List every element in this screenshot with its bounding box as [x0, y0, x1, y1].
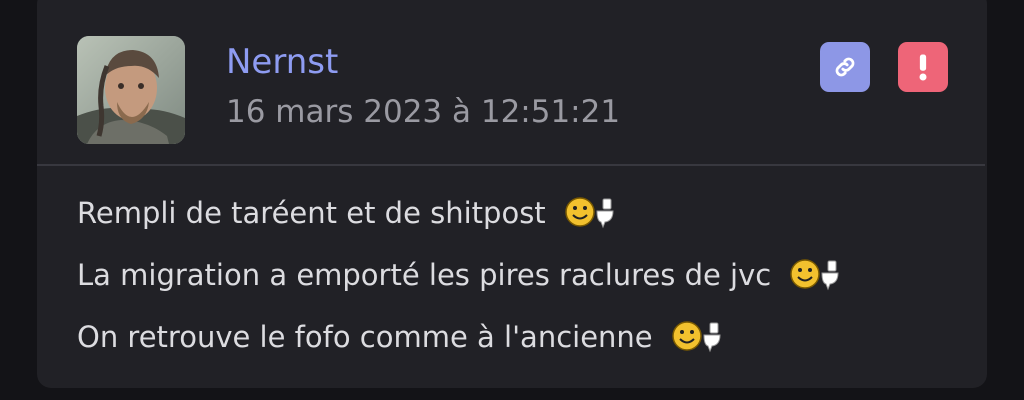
author-name[interactable]: Nernst	[226, 42, 338, 82]
avatar[interactable]	[77, 36, 185, 144]
link-icon	[835, 57, 855, 77]
post-line-text: Rempli de taréent et de shitpost	[77, 196, 546, 230]
post-line-text: On retrouve le fofo comme à l'ancienne	[77, 320, 653, 354]
post-line-text: La migration a emporté les pires raclure…	[77, 258, 772, 292]
post-body: Rempli de taréent et de shitpost La migr…	[77, 185, 957, 371]
post-timestamp: 16 mars 2023 à 12:51:21	[226, 94, 621, 130]
exclamation-icon	[919, 54, 927, 81]
avatar-image	[77, 36, 185, 144]
post-line-1: Rempli de taréent et de shitpost	[77, 185, 957, 247]
toilet-smiley-icon	[672, 315, 728, 371]
post-line-2: La migration a emporté les pires raclure…	[77, 247, 957, 309]
permalink-button[interactable]	[820, 42, 870, 92]
header-divider	[37, 164, 985, 166]
toilet-smiley-icon	[790, 253, 846, 309]
post-card: Nernst 16 mars 2023 à 12:51:21 Rempli de…	[37, 0, 987, 388]
post-line-3: On retrouve le fofo comme à l'ancienne	[77, 309, 957, 371]
toilet-smiley-icon	[565, 191, 621, 247]
report-button[interactable]	[898, 42, 948, 92]
